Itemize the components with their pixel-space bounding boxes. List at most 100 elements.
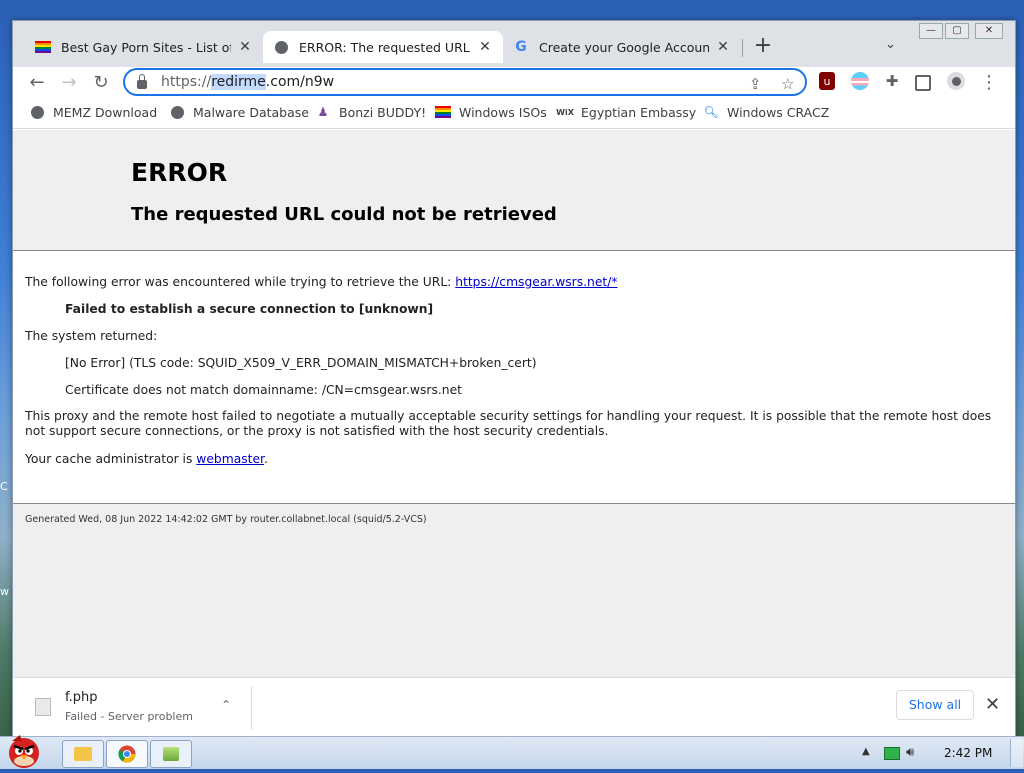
- chrome-icon: [118, 745, 136, 763]
- bookmark-label: Windows ISOs: [459, 104, 547, 120]
- tab-strip: Best Gay Porn Sites - List of To ✕ ERROR…: [13, 21, 1015, 67]
- bookmarks-bar: MEMZ Download Malware Database ♟ Bonzi B…: [13, 99, 1015, 129]
- bookmark-egyptian-embassy[interactable]: WiX Egyptian Embassy: [556, 104, 697, 120]
- bookmark-malware-database[interactable]: Malware Database: [169, 104, 309, 120]
- tab-search-chevron-icon[interactable]: ⌄: [885, 37, 896, 52]
- bonzi-icon: ♟: [317, 105, 329, 119]
- failed-message: Failed to establish a secure connection …: [65, 302, 434, 316]
- maximize-button[interactable]: ▢: [945, 23, 969, 39]
- address-bar[interactable]: https://redirme.com/n9w ⇪ ☆: [123, 68, 807, 96]
- tab-error[interactable]: ERROR: The requested URL co ✕: [263, 31, 503, 63]
- file-icon: [35, 698, 51, 716]
- bookmark-star-icon[interactable]: ☆: [781, 75, 794, 93]
- trans-flag-extension-icon[interactable]: [851, 72, 869, 90]
- page-content: ERROR The requested URL could not be ret…: [13, 130, 1015, 677]
- show-all-button[interactable]: Show all: [896, 690, 974, 720]
- rainbow-flag-icon: [35, 39, 51, 55]
- generated-footer: Generated Wed, 08 Jun 2022 14:42:02 GMT …: [25, 514, 427, 525]
- url-text[interactable]: https://redirme.com/n9w: [161, 74, 334, 90]
- page-title: ERROR: [131, 158, 228, 187]
- taskbar-chrome-button[interactable]: [106, 740, 148, 768]
- chevron-up-icon[interactable]: ⌃: [221, 698, 231, 712]
- url-scheme: https://: [161, 74, 212, 90]
- desktop-edge-text-1: C: [0, 480, 8, 493]
- rainbow-flag-icon: [435, 104, 451, 120]
- globe-icon: [169, 104, 185, 120]
- lock-icon[interactable]: [137, 73, 147, 89]
- profile-avatar-icon[interactable]: [947, 72, 965, 90]
- download-status: Failed - Server problem: [65, 710, 193, 723]
- bookmark-label: Malware Database: [193, 104, 309, 120]
- more-menu-icon[interactable]: ⋮: [977, 71, 1001, 95]
- tab-title: ERROR: The requested URL co: [299, 39, 471, 55]
- tab-separator: [742, 39, 743, 57]
- google-g-icon: G: [515, 39, 527, 55]
- bookmark-memz-download[interactable]: MEMZ Download: [29, 104, 157, 120]
- extensions-puzzle-icon[interactable]: ✚: [883, 72, 901, 90]
- taskbar-explorer-button[interactable]: [62, 740, 104, 768]
- globe-icon: [29, 104, 45, 120]
- tab-gay-porn-sites[interactable]: Best Gay Porn Sites - List of To ✕: [25, 31, 263, 63]
- url-rest: .com/n9w: [265, 74, 335, 90]
- certificate-message: Certificate does not match domainname: /…: [65, 383, 462, 397]
- new-tab-button[interactable]: +: [751, 35, 775, 59]
- volume-icon[interactable]: 🔊︎: [906, 745, 914, 760]
- download-separator: [251, 686, 252, 730]
- error-header: ERROR The requested URL could not be ret…: [13, 130, 1015, 251]
- error-body: The following error was encountered whil…: [13, 251, 1015, 504]
- ublock-origin-icon[interactable]: u: [819, 72, 835, 90]
- intro-line: The following error was encountered whil…: [25, 275, 618, 289]
- back-button[interactable]: ←: [25, 71, 49, 95]
- browser-window: Best Gay Porn Sites - List of To ✕ ERROR…: [12, 20, 1016, 738]
- url-selected: redirme: [211, 74, 266, 90]
- system-clock[interactable]: 2:42 PM: [944, 746, 992, 760]
- bookmark-bonzi-buddy[interactable]: ♟ Bonzi BUDDY!: [315, 104, 426, 120]
- tab-title: Best Gay Porn Sites - List of To: [61, 39, 231, 55]
- search-icon: 🔍︎: [703, 105, 719, 119]
- taskbar: ▲ 🔊︎ 2:42 PM: [0, 735, 1024, 769]
- bookmark-label: Egyptian Embassy: [581, 104, 697, 120]
- close-tab-icon[interactable]: ✕: [715, 39, 731, 55]
- desktop-edge-text: C w: [0, 480, 12, 598]
- angry-bird-icon: [9, 735, 39, 768]
- reload-button[interactable]: ↻: [89, 71, 113, 95]
- bookmark-label: Windows CRACZ: [727, 104, 830, 120]
- proxy-explanation: This proxy and the remote host failed to…: [25, 409, 992, 438]
- tab-google-account[interactable]: G Create your Google Account ✕: [503, 31, 741, 63]
- download-bar: f.php Failed - Server problem ⌃ Show all…: [13, 677, 1015, 737]
- wix-icon: WiX: [556, 107, 574, 117]
- webmaster-link[interactable]: webmaster: [196, 452, 264, 466]
- close-window-button[interactable]: ✕: [975, 23, 1003, 39]
- download-filename[interactable]: f.php: [65, 690, 98, 705]
- app-icon: [163, 747, 179, 761]
- bookmark-label: MEMZ Download: [53, 104, 158, 120]
- bookmark-windows-cracz[interactable]: 🔍︎ Windows CRACZ: [703, 104, 829, 120]
- minimize-button[interactable]: —: [919, 23, 943, 39]
- taskbar-app-button[interactable]: [150, 740, 192, 768]
- admin-suffix: .: [263, 452, 268, 466]
- show-hidden-icons-arrow[interactable]: ▲: [862, 746, 870, 757]
- error-url-link[interactable]: https://cmsgear.wsrs.net/*: [455, 275, 617, 289]
- folder-icon: [74, 747, 92, 761]
- admin-prefix: Your cache administrator is: [25, 452, 197, 466]
- page-subtitle: The requested URL could not be retrieved: [131, 204, 557, 225]
- tls-error-code: [No Error] (TLS code: SQUID_X509_V_ERR_D…: [65, 356, 537, 370]
- close-download-bar-icon[interactable]: ✕: [985, 694, 1000, 715]
- forward-button[interactable]: →: [57, 71, 81, 95]
- bookmark-windows-isos[interactable]: Windows ISOs: [435, 104, 547, 120]
- network-icon[interactable]: [884, 747, 900, 760]
- system-returned-label: The system returned:: [25, 329, 158, 343]
- show-desktop-button[interactable]: [1010, 739, 1023, 767]
- start-button[interactable]: [0, 731, 48, 769]
- intro-text: The following error was encountered whil…: [25, 275, 456, 289]
- bookmark-label: Bonzi BUDDY!: [339, 104, 427, 120]
- close-tab-icon[interactable]: ✕: [237, 39, 253, 55]
- close-tab-icon[interactable]: ✕: [477, 39, 493, 55]
- tab-title: Create your Google Account: [539, 39, 709, 55]
- toolbar: ← → ↻ https://redirme.com/n9w ⇪ ☆ u ✚ ⋮: [13, 67, 1015, 99]
- share-icon[interactable]: ⇪: [749, 75, 762, 93]
- side-panel-icon[interactable]: [915, 75, 931, 91]
- globe-icon: [273, 39, 289, 55]
- admin-line: Your cache administrator is webmaster.: [25, 452, 268, 466]
- desktop-edge-text-2: w: [0, 585, 9, 598]
